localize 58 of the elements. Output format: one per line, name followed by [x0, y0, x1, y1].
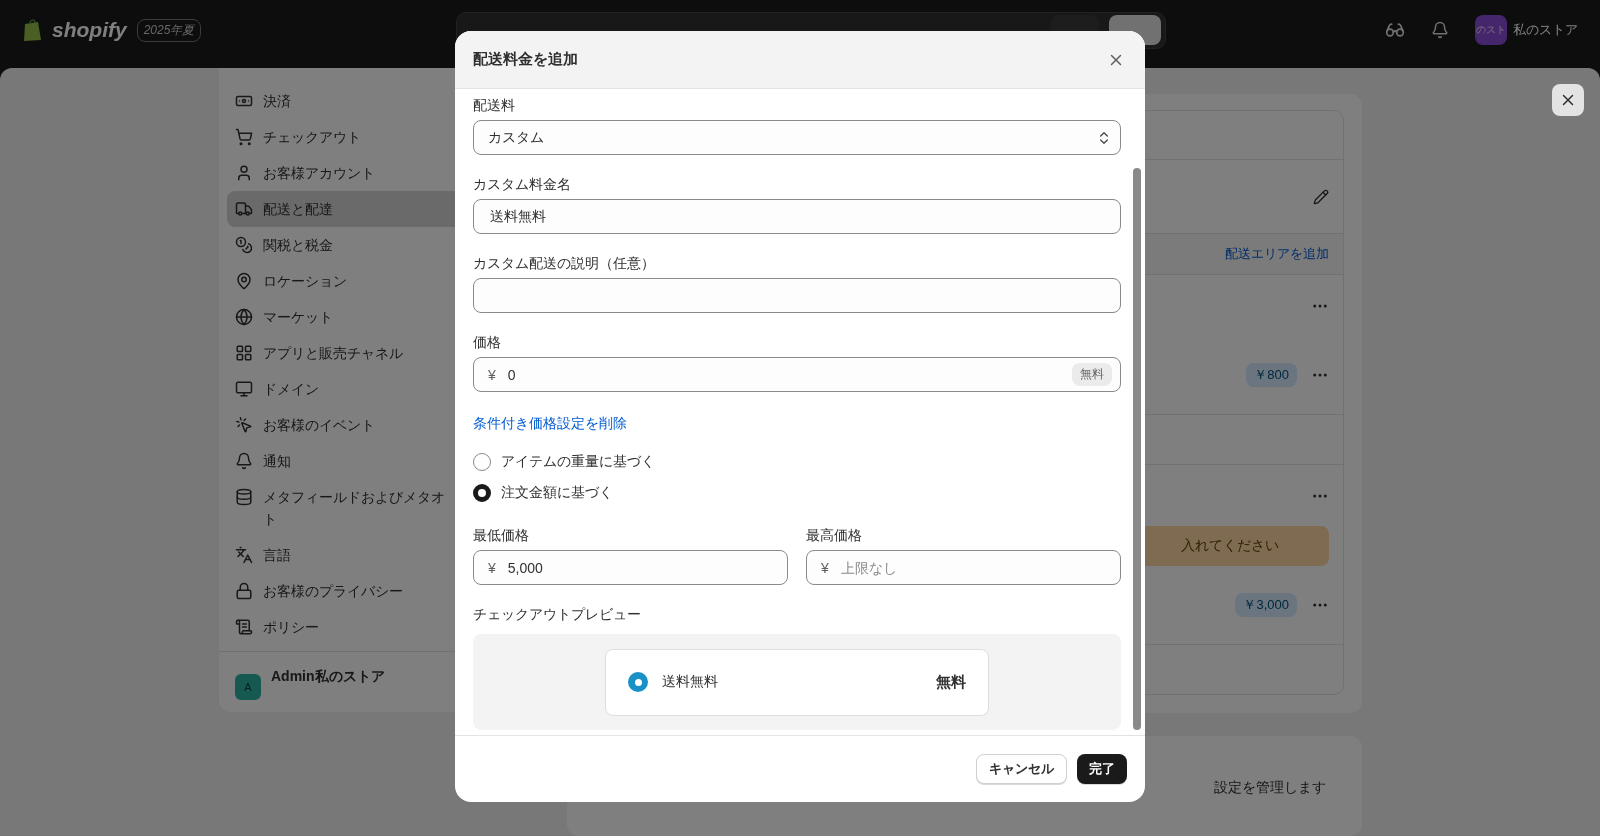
close-button[interactable] — [1552, 84, 1584, 116]
select-field[interactable]: カスタム — [473, 120, 1121, 155]
bell-icon[interactable] — [1431, 21, 1449, 39]
account-avatar: A — [235, 674, 261, 700]
remove-conditions-link[interactable]: 条件付き価格設定を削除 — [473, 415, 1121, 433]
field-label: チェックアウトプレビュー — [473, 605, 642, 624]
field-label: 最高価格 — [806, 526, 863, 545]
person-icon — [235, 164, 253, 182]
text-field[interactable] — [473, 278, 1121, 313]
shipping-option-name: 送料無料 — [662, 673, 719, 691]
cancel-button[interactable]: キャンセル — [976, 754, 1067, 784]
card-description: 設定を管理します — [1214, 779, 1326, 795]
cursor-icon — [235, 416, 253, 434]
radio-button[interactable] — [473, 453, 491, 471]
globe-icon — [235, 308, 253, 326]
text-field[interactable]: 送料無料 — [473, 199, 1121, 234]
currency-symbol: ¥ — [488, 366, 496, 383]
language-icon — [235, 546, 253, 564]
modal-title: 配送料金を追加 — [473, 50, 578, 69]
field-label: 価格 — [473, 333, 502, 352]
price-field[interactable]: ¥ 5,000 — [473, 550, 788, 585]
currency-symbol: ¥ — [488, 559, 496, 576]
text-input[interactable]: 0 — [505, 365, 1062, 384]
field-label: カスタム料金名 — [473, 175, 572, 194]
bag-logo-icon — [22, 18, 42, 42]
radio-option[interactable]: アイテムの重量に基づく — [473, 451, 1121, 473]
glasses-icon[interactable] — [1385, 20, 1405, 40]
edit-icon[interactable] — [1313, 188, 1329, 205]
edition-badge: 2025年夏 — [136, 18, 202, 42]
text-input[interactable]: 送料無料 — [488, 207, 1112, 226]
store-name[interactable]: 私のストア — [1513, 21, 1578, 39]
cart-icon — [235, 128, 253, 146]
scrollbar-thumb[interactable] — [1133, 168, 1141, 730]
add-zone-link[interactable]: 配送エリアを追加 — [1225, 245, 1329, 263]
radio-button[interactable] — [473, 484, 491, 502]
map-pin-icon — [235, 272, 253, 290]
done-button[interactable]: 完了 — [1077, 754, 1127, 784]
price-field[interactable]: ¥ 0 無料 — [473, 357, 1121, 392]
price-field[interactable]: ¥ 上限なし — [806, 550, 1121, 585]
account-name: Admin私のストア — [271, 668, 385, 686]
field-label: 配送料 — [473, 96, 516, 115]
coins-icon — [235, 236, 253, 254]
logo-text: shopify — [52, 18, 127, 42]
radio-button[interactable] — [628, 672, 648, 692]
price-badge: ￥800 — [1246, 363, 1297, 387]
grid-icon — [235, 344, 253, 362]
shipping-option-price: 無料 — [936, 672, 966, 692]
scroll-icon — [235, 618, 253, 636]
field-label: 最低価格 — [473, 526, 530, 545]
database-icon — [235, 488, 253, 506]
bell-icon — [235, 452, 253, 470]
price-badge: ￥3,000 — [1235, 593, 1297, 617]
truck-icon — [235, 200, 253, 218]
monitor-icon — [235, 380, 253, 398]
field-label: カスタム配送の説明（任意） — [473, 254, 656, 273]
radio-option[interactable]: 注文金額に基づく — [473, 482, 1121, 504]
free-tag: 無料 — [1072, 363, 1112, 386]
lock-icon — [235, 582, 253, 600]
